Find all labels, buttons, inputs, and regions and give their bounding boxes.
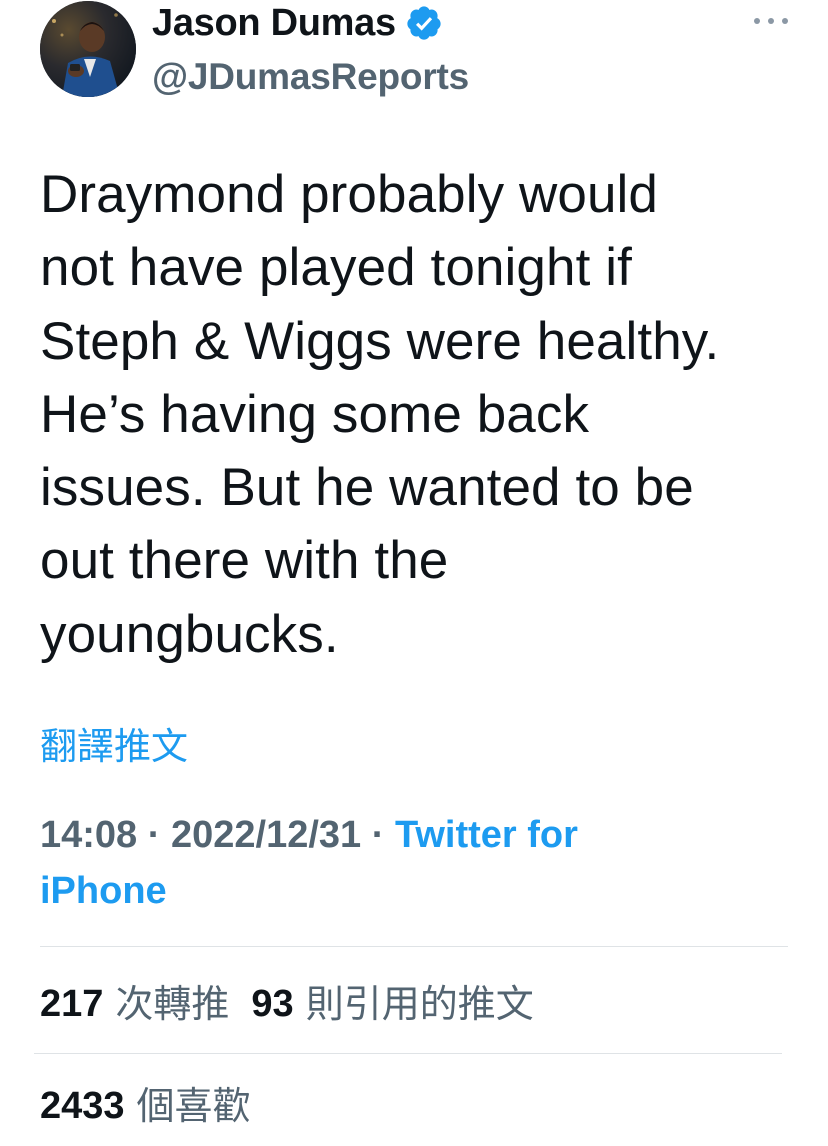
author-handle[interactable]: @JDumasReports: [152, 54, 469, 100]
meta-separator: ·: [361, 814, 395, 856]
tweet-time[interactable]: 14:08: [40, 814, 137, 856]
tweet-source-line1: Twitter for: [394, 814, 578, 856]
author-name-row: Jason Dumas: [152, 0, 443, 46]
author-display-name[interactable]: Jason Dumas: [152, 0, 396, 46]
tweet-source-line2: iPhone: [40, 870, 167, 912]
likes-stats: 2433 個喜歡: [40, 1078, 273, 1134]
retweets-count[interactable]: 217: [40, 976, 103, 1032]
tweet-text: Draymond probably would not have played …: [40, 165, 720, 664]
more-dot: [768, 18, 774, 24]
tweet-header: Jason Dumas @JDumasReports: [0, 0, 828, 110]
likes-label[interactable]: 個喜歡: [137, 1078, 251, 1134]
divider: [34, 1053, 782, 1054]
retweets-label[interactable]: 次轉推: [115, 976, 229, 1032]
verified-badge-icon: [405, 4, 443, 42]
more-dot: [754, 18, 760, 24]
quotes-label[interactable]: 則引用的推文: [306, 976, 534, 1032]
likes-count[interactable]: 2433: [40, 1078, 125, 1134]
tweet-date[interactable]: 2022/12/31: [171, 814, 361, 856]
avatar[interactable]: [40, 1, 136, 97]
divider: [40, 946, 788, 947]
translate-tweet-link[interactable]: 翻譯推文: [40, 724, 188, 770]
more-dot: [782, 18, 788, 24]
meta-separator: ·: [137, 814, 171, 856]
more-options-icon[interactable]: [754, 14, 788, 28]
quotes-count[interactable]: 93: [251, 976, 293, 1032]
retweet-quote-stats: 217 次轉推 93 則引用的推文: [40, 976, 556, 1032]
tweet-meta: 14:08 · 2022/12/31 · Twitter for iPhone: [40, 807, 800, 919]
